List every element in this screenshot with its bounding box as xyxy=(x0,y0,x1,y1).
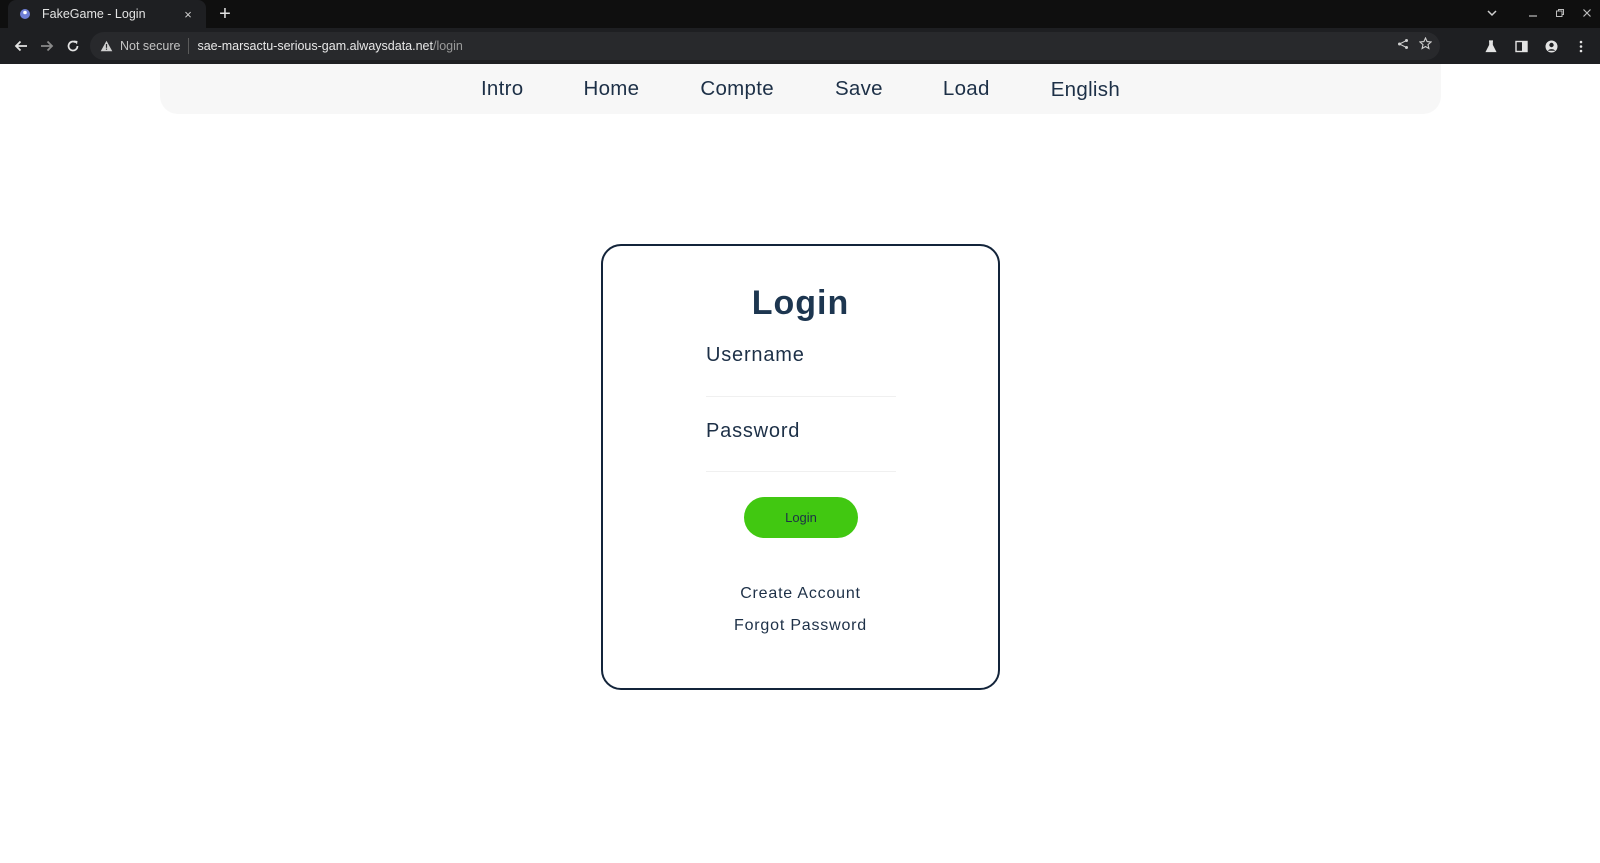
username-label: Username xyxy=(706,344,805,366)
nav-link-language[interactable]: English xyxy=(1051,78,1120,102)
address-bar[interactable]: Not secure sae-marsactu-serious-gam.alwa… xyxy=(90,32,1440,60)
tab-close-icon[interactable]: × xyxy=(180,7,196,22)
omnibox-actions xyxy=(1397,36,1433,55)
toolbar-right xyxy=(1478,32,1594,60)
minimize-icon[interactable] xyxy=(1519,7,1546,21)
login-button[interactable]: Login xyxy=(744,497,858,538)
nav-link-save[interactable]: Save xyxy=(835,77,883,101)
nav-link-home[interactable]: Home xyxy=(583,77,639,101)
back-icon[interactable] xyxy=(8,33,34,59)
login-title: Login xyxy=(751,284,850,322)
profile-icon[interactable] xyxy=(1538,33,1564,59)
page-content: Intro Home Compte Save Load English Logi… xyxy=(0,64,1600,863)
nav-link-compte[interactable]: Compte xyxy=(700,77,774,101)
security-label[interactable]: Not secure xyxy=(120,39,180,53)
side-panel-icon[interactable] xyxy=(1508,33,1534,59)
forward-icon[interactable] xyxy=(34,33,60,59)
favicon-icon xyxy=(18,7,32,21)
username-input[interactable] xyxy=(706,369,896,397)
forgot-password-link[interactable]: Forgot Password xyxy=(603,617,998,635)
labs-flask-icon[interactable] xyxy=(1478,33,1504,59)
password-label: Password xyxy=(706,420,801,442)
site-navigation: Intro Home Compte Save Load English xyxy=(160,64,1441,114)
nav-link-intro[interactable]: Intro xyxy=(481,77,524,101)
browser-tab-strip: FakeGame - Login × + xyxy=(0,0,1600,28)
omnibox-divider xyxy=(188,38,190,54)
share-icon[interactable] xyxy=(1397,37,1409,55)
nav-link-load[interactable]: Load xyxy=(943,77,990,101)
close-window-icon[interactable] xyxy=(1573,7,1600,21)
tab-search-icon[interactable] xyxy=(1478,7,1505,21)
restore-icon[interactable] xyxy=(1546,7,1573,21)
url-host[interactable]: sae-marsactu-serious-gam.alwaysdata.net xyxy=(197,39,433,53)
reload-icon[interactable] xyxy=(60,33,86,59)
url-path[interactable]: /login xyxy=(433,39,463,53)
tab-title: FakeGame - Login xyxy=(42,7,146,21)
warning-icon[interactable] xyxy=(98,38,114,54)
password-input[interactable] xyxy=(706,444,896,472)
browser-tab[interactable]: FakeGame - Login × xyxy=(8,0,206,28)
window-controls xyxy=(1478,0,1600,28)
browser-toolbar: Not secure sae-marsactu-serious-gam.alwa… xyxy=(0,28,1600,64)
bookmark-star-icon[interactable] xyxy=(1418,36,1433,55)
login-card: Login Username Password Login Create Acc… xyxy=(601,244,1000,690)
new-tab-button[interactable]: + xyxy=(214,3,236,25)
create-account-link[interactable]: Create Account xyxy=(603,585,998,603)
browser-menu-icon[interactable] xyxy=(1568,33,1594,59)
